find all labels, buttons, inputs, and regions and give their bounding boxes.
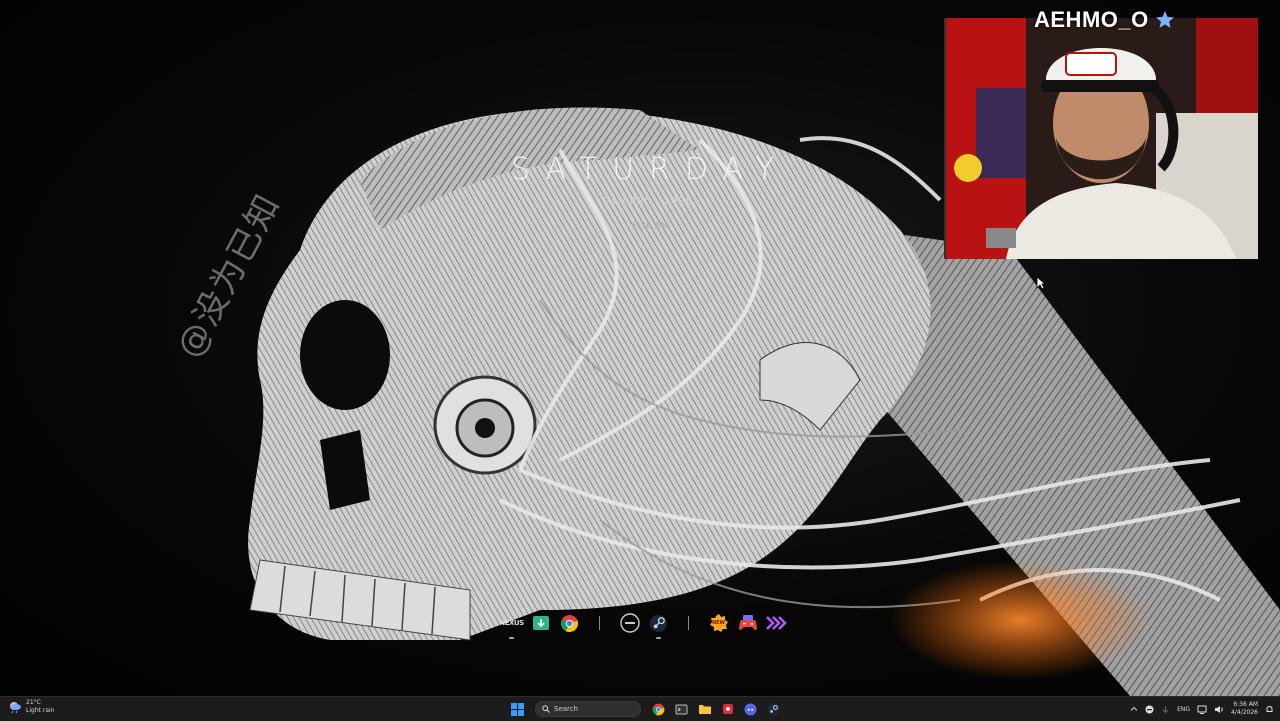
- taskbar-chrome-icon[interactable]: [649, 700, 668, 719]
- active-indicator: [509, 636, 514, 639]
- taskbar-discord-icon[interactable]: [741, 700, 760, 719]
- taskbar-red-app-icon[interactable]: [718, 700, 737, 719]
- active-indicator: [656, 636, 661, 639]
- desktop[interactable]: @没为已知 SATURDAY 04 APRIL, 2026. - 6:36 AM…: [0, 0, 1280, 696]
- system-tray: ENG 6:36 AM 4/4/2026: [1130, 699, 1274, 719]
- download-manager-icon[interactable]: [529, 612, 552, 635]
- search-placeholder: Search: [554, 705, 579, 713]
- dock-separator: [688, 616, 689, 630]
- gamepad-icon[interactable]: [736, 612, 759, 635]
- chrome-icon[interactable]: [558, 612, 581, 635]
- new-badge-label: NEW: [711, 620, 726, 626]
- steam-icon[interactable]: [647, 612, 670, 639]
- clock-time: 6:36 AM: [1233, 701, 1258, 708]
- desktop-dock: NEXUS NEW: [499, 611, 788, 639]
- taskbar-center: Search: [508, 699, 783, 719]
- taskbar-search-input[interactable]: Search: [535, 701, 641, 717]
- tray-arrow-icon[interactable]: [1161, 705, 1170, 714]
- weather-temp: 21°C: [26, 699, 41, 706]
- zeus-launcher-icon[interactable]: [618, 612, 641, 635]
- new-app-icon[interactable]: NEW: [707, 612, 730, 635]
- chevron-up-icon[interactable]: [1130, 705, 1138, 713]
- taskbar-clock[interactable]: 6:36 AM 4/4/2026: [1231, 701, 1258, 717]
- mouse-cursor-icon: [1036, 276, 1046, 290]
- taskbar: 21°C Light rain Search ENG 6:36 AM 4/4/2…: [0, 696, 1280, 721]
- day-title: SATURDAY: [510, 152, 789, 187]
- webcam-overlay: [944, 18, 1258, 259]
- streamer-name: AEHMO_O: [1034, 7, 1149, 32]
- time-text: - 6:36 AM -: [625, 221, 675, 230]
- language-indicator[interactable]: ENG: [1177, 706, 1190, 713]
- notification-icon[interactable]: [1265, 705, 1274, 714]
- weather-desc: Light rain: [26, 707, 55, 714]
- search-icon: [542, 705, 550, 713]
- taskbar-file-explorer-icon[interactable]: [695, 700, 714, 719]
- tray-app-icon[interactable]: [1145, 705, 1154, 714]
- dock-separator: [599, 616, 600, 630]
- date-text: 04 APRIL, 2026.: [602, 196, 698, 207]
- taskbar-steam-icon[interactable]: [764, 700, 783, 719]
- start-button[interactable]: [508, 700, 527, 719]
- windows-icon: [511, 702, 524, 716]
- streamer-tag: AEHMO_O: [1034, 7, 1175, 33]
- clock-date: 4/4/2026: [1231, 709, 1258, 716]
- weather-widget[interactable]: 21°C Light rain: [8, 699, 55, 715]
- star-badge-icon: [1155, 11, 1174, 28]
- taskbar-terminal-icon[interactable]: [672, 700, 691, 719]
- forward-app-icon[interactable]: [765, 612, 788, 635]
- rain-cloud-icon: [10, 702, 21, 714]
- volume-icon[interactable]: [1214, 705, 1224, 714]
- network-icon[interactable]: [1197, 705, 1207, 714]
- nexus-label: NEXUS: [499, 619, 524, 627]
- nexus-mods-icon[interactable]: NEXUS: [499, 612, 524, 639]
